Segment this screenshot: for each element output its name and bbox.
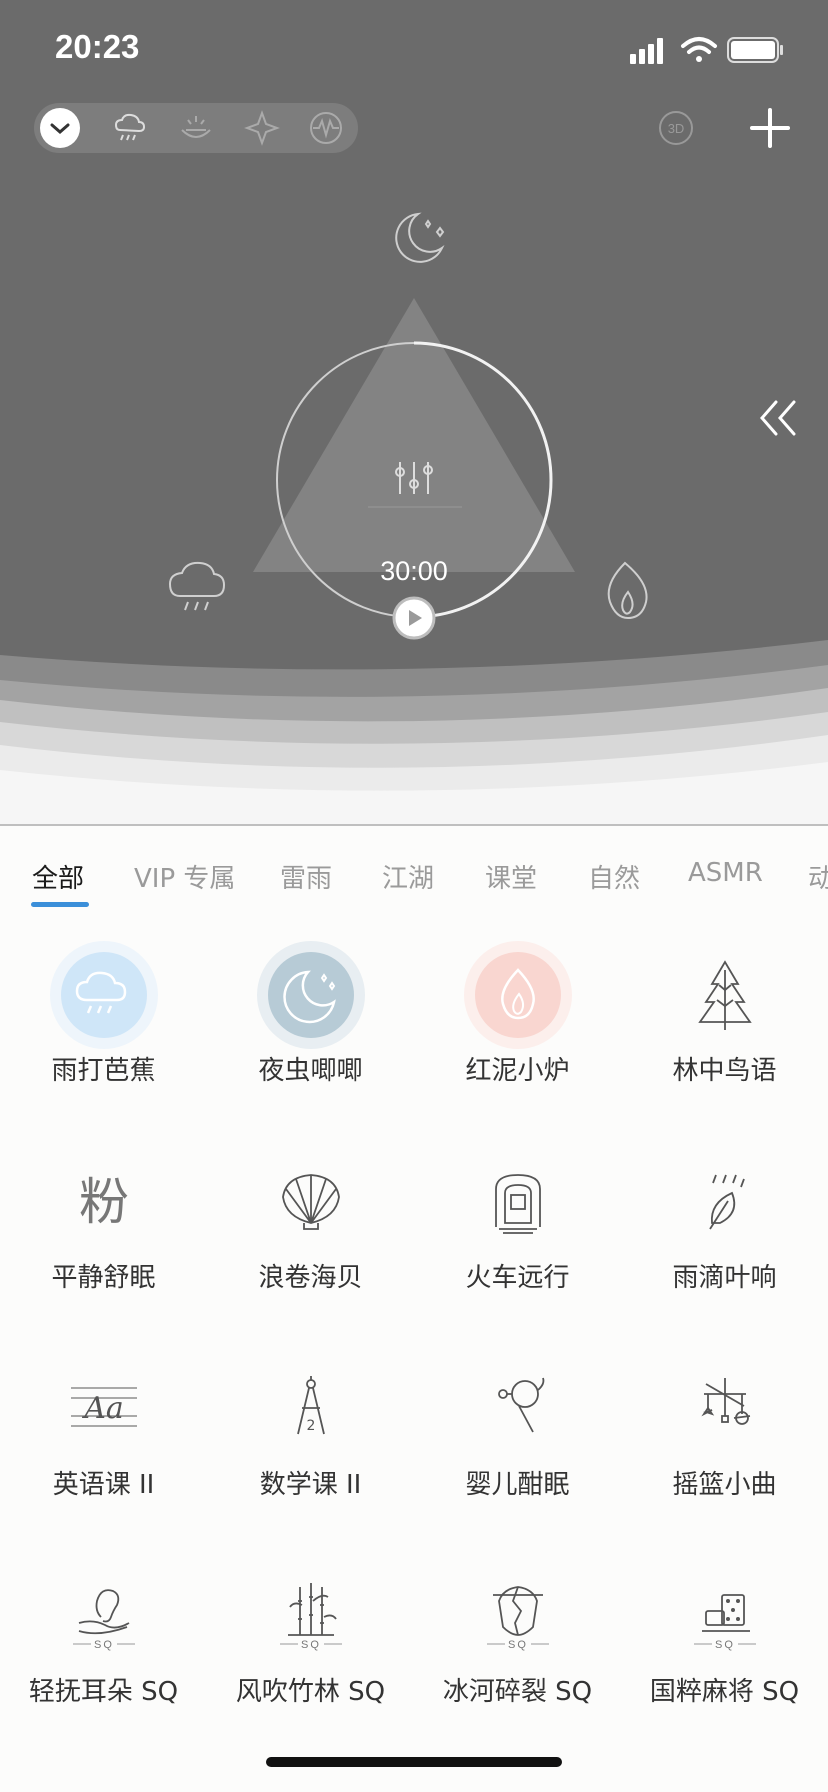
soundwave-icon <box>310 112 342 144</box>
train-tunnel-icon <box>494 1174 541 1234</box>
mix-triangle <box>253 298 575 572</box>
sparkle-icon <box>244 110 280 146</box>
sound-label: 火车远行 <box>465 1263 570 1293</box>
ear-hand-icon: SQ <box>72 1589 135 1651</box>
tab-nature[interactable]: 自然 <box>588 858 640 895</box>
svg-text:SQ: SQ <box>508 1639 528 1651</box>
tab-all[interactable]: 全部 <box>32 858 84 895</box>
sound-item-baby-sleep[interactable]: 婴儿酣眠 <box>414 1334 621 1534</box>
sound-item-lullaby[interactable]: 摇篮小曲 <box>621 1334 828 1534</box>
svg-text:SQ: SQ <box>715 1639 735 1651</box>
sound-label: 数学课 II <box>259 1470 362 1500</box>
tab-more[interactable]: 动 <box>808 858 828 895</box>
sound-item-rain-banana[interactable]: 雨打芭蕉 <box>0 920 207 1120</box>
sound-item-clay-stove[interactable]: 红泥小炉 <box>414 920 621 1120</box>
sound-label: 风吹竹林 SQ <box>235 1677 386 1707</box>
signal-icon <box>630 38 663 64</box>
sound-item-seashell[interactable]: 浪卷海贝 <box>207 1127 414 1327</box>
filter-rain-button[interactable] <box>110 108 150 148</box>
sound-item-forest-birds[interactable]: 林中鸟语 <box>621 920 828 1120</box>
expand-panel-button[interactable] <box>756 396 800 444</box>
double-chevron-left-icon <box>760 400 796 436</box>
sound-item-night-insects[interactable]: 夜虫唧唧 <box>207 920 414 1120</box>
sound-item-ear-touch[interactable]: SQ 轻抚耳朵 SQ <box>0 1541 207 1741</box>
3d-toggle-button[interactable]: 3D <box>656 108 696 152</box>
ice-crack-icon: SQ <box>486 1586 549 1651</box>
add-button[interactable] <box>748 106 792 154</box>
sound-item-calm-sleep[interactable]: 粉 平静舒眠 <box>0 1127 207 1327</box>
seashell-icon <box>281 1174 340 1230</box>
filter-sparkle-button[interactable] <box>242 108 282 148</box>
scene-filter-bar <box>34 103 358 153</box>
moon-stars-icon <box>395 212 445 263</box>
3d-icon: 3D <box>659 111 693 145</box>
crib-mobile-icon <box>700 1378 750 1425</box>
sound-label: 雨滴叶响 <box>672 1263 777 1293</box>
home-indicator[interactable] <box>266 1757 562 1767</box>
status-icons <box>630 37 783 64</box>
sound-label: 浪卷海贝 <box>258 1263 363 1293</box>
category-tabs: 全部 VIP 专属 雷雨 江湖 课堂 自然 ASMR 动 <box>0 826 828 910</box>
tab-indicator <box>31 902 89 907</box>
sound-label: 英语课 II <box>52 1470 155 1500</box>
sound-item-train[interactable]: 火车远行 <box>414 1127 621 1327</box>
sound-label: 冰河碎裂 SQ <box>442 1677 593 1707</box>
svg-text:粉: 粉 <box>79 1173 129 1231</box>
sound-label: 林中鸟语 <box>672 1056 777 1086</box>
battery-icon <box>727 37 783 63</box>
moon-stars-icon <box>256 941 365 1049</box>
collapse-button[interactable] <box>40 108 80 148</box>
pine-tree-icon <box>697 960 752 1030</box>
tab-jianghu[interactable]: 江湖 <box>382 858 434 895</box>
svg-text:2: 2 <box>306 1418 315 1434</box>
play-button[interactable] <box>392 596 436 640</box>
sound-item-bamboo-wind[interactable]: SQ 风吹竹林 SQ <box>207 1541 414 1741</box>
sound-label: 轻抚耳朵 SQ <box>28 1677 179 1707</box>
plus-icon <box>750 108 790 148</box>
sound-label: 平静舒眠 <box>51 1263 156 1293</box>
sound-label: 夜虫唧唧 <box>258 1056 363 1086</box>
rain-cloud-icon <box>49 941 158 1049</box>
fen-character-icon: 粉 <box>79 1173 129 1231</box>
sound-label: 婴儿酣眠 <box>465 1470 570 1500</box>
sound-label: 红泥小炉 <box>465 1056 570 1086</box>
bamboo-icon: SQ <box>279 1583 342 1651</box>
timer-display: 30:00 <box>380 556 448 586</box>
rain-leaf-icon <box>708 1174 745 1230</box>
player-header: 20:23 3D 30:00 <box>0 0 828 826</box>
mahjong-icon: SQ <box>693 1594 756 1651</box>
svg-text:SQ: SQ <box>94 1639 114 1651</box>
sound-label: 国粹麻将 SQ <box>649 1677 800 1707</box>
rattle-icon <box>497 1377 544 1433</box>
svg-text:3D: 3D <box>668 121 685 136</box>
svg-text:SQ: SQ <box>301 1639 321 1651</box>
sound-item-english-class[interactable]: Aa 英语课 II <box>0 1334 207 1534</box>
tab-vip[interactable]: VIP 专属 <box>134 858 235 895</box>
filter-campfire-button[interactable] <box>176 108 216 148</box>
filter-soundwave-button[interactable] <box>306 108 346 148</box>
status-time: 20:23 <box>55 28 140 65</box>
tab-asmr[interactable]: ASMR <box>688 858 763 888</box>
chevron-down-icon <box>50 123 70 134</box>
tab-classroom[interactable]: 课堂 <box>485 858 537 895</box>
wifi-icon <box>681 37 717 62</box>
svg-text:Aa: Aa <box>81 1391 124 1426</box>
sound-label: 雨打芭蕉 <box>51 1056 156 1086</box>
sound-item-ice-crack[interactable]: SQ 冰河碎裂 SQ <box>414 1541 621 1741</box>
handwriting-aa-icon: Aa <box>70 1387 137 1427</box>
tab-thunderstorm[interactable]: 雷雨 <box>280 858 332 895</box>
rain-cloud-icon <box>114 113 146 141</box>
sound-label: 摇篮小曲 <box>672 1470 777 1500</box>
campfire-icon <box>181 116 211 138</box>
flame-icon <box>463 941 572 1049</box>
sound-item-math-class[interactable]: 2 数学课 II <box>207 1334 414 1534</box>
sound-item-rain-leaves[interactable]: 雨滴叶响 <box>621 1127 828 1327</box>
compass-icon: 2 <box>296 1376 325 1435</box>
sound-item-mahjong[interactable]: SQ 国粹麻将 SQ <box>621 1541 828 1741</box>
